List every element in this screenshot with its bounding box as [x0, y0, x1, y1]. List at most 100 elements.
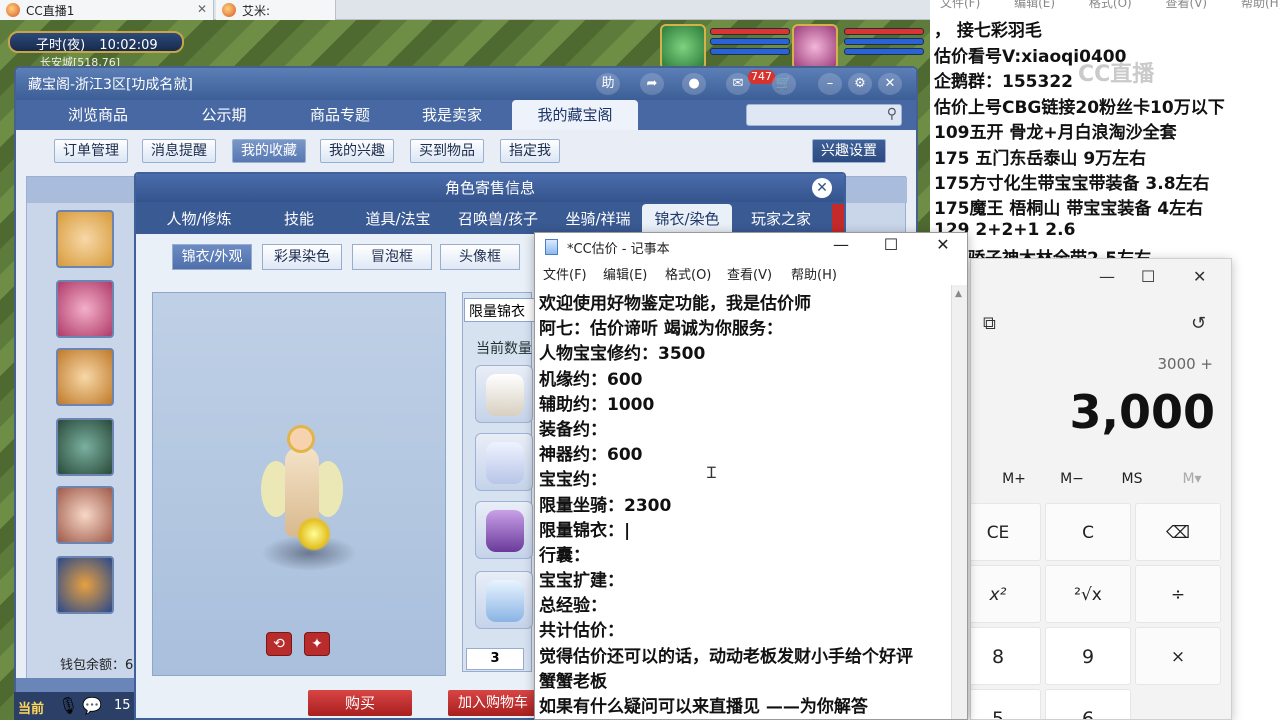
text-line: 辅助约：1000 [539, 394, 655, 415]
digit-8-button[interactable]: 8 [971, 627, 1041, 685]
text-line: 共计估价： [539, 621, 624, 642]
tab-home[interactable]: 玩家之家 [736, 204, 826, 234]
menu-edit[interactable]: 编辑(E) [603, 264, 647, 283]
tab-pets[interactable]: 召唤兽/孩子 [446, 204, 550, 234]
tab-items[interactable]: 道具/法宝 [350, 204, 446, 234]
search-icon[interactable]: ⚲ [887, 106, 897, 122]
notepad-icon [545, 239, 558, 255]
scroll-up-icon[interactable]: ▲ [955, 289, 962, 299]
browser-tab-ami[interactable]: 艾米: [216, 0, 336, 20]
digit-6-button[interactable]: 6 [1045, 689, 1131, 719]
character-avatar[interactable] [56, 280, 114, 338]
divide-button[interactable]: ÷ [1135, 565, 1221, 623]
menu-format[interactable]: 格式(O) [665, 264, 711, 283]
menu-file[interactable]: 文件(F) [940, 0, 980, 10]
memory-add-button[interactable]: M+ [989, 471, 1039, 487]
close-icon[interactable]: ✕ [812, 178, 832, 198]
order-management-button[interactable]: 订单管理 [54, 139, 128, 163]
player-portrait[interactable] [792, 24, 838, 70]
message-reminder-button[interactable]: 消息提醒 [142, 139, 216, 163]
pose-icon[interactable]: ✦ [304, 632, 330, 656]
menu-edit[interactable]: 编辑(E) [1014, 0, 1055, 10]
tab-mounts[interactable]: 坐骑/祥瑞 [550, 204, 646, 234]
close-icon[interactable]: ✕ [1193, 267, 1206, 286]
current-channel-label[interactable]: 当前 [18, 698, 44, 717]
tab-seller[interactable]: 我是卖家 [396, 100, 508, 130]
gear-icon[interactable]: ⚙ [848, 73, 872, 95]
menu-view[interactable]: 查看(V) [727, 264, 772, 283]
tab-topics[interactable]: 商品专题 [284, 100, 396, 130]
fruit-dye-button[interactable]: 彩果染色 [262, 244, 342, 270]
square-button[interactable]: x² [971, 565, 1041, 623]
menu-file[interactable]: 文件(F) [543, 264, 587, 283]
digit-9-button[interactable]: 9 [1045, 627, 1131, 685]
avatar-frame-button[interactable]: 头像框 [440, 244, 520, 270]
outfit-slot[interactable] [475, 571, 533, 629]
pet-portrait[interactable] [660, 24, 706, 70]
clear-button[interactable]: C [1045, 503, 1131, 561]
digit-5-button[interactable]: 5 [971, 689, 1041, 719]
keep-on-top-icon[interactable]: ⧉ [983, 313, 996, 334]
minimize-icon[interactable]: — [821, 235, 861, 254]
tab-outfits[interactable]: 锦衣/染色 [642, 204, 732, 234]
memory-store-button[interactable]: MS [1107, 471, 1157, 487]
microphone-icon[interactable]: 🎙 [58, 696, 78, 715]
outfit-appearance-button[interactable]: 锦衣/外观 [172, 244, 252, 270]
chat-icon[interactable]: ✉ [726, 73, 750, 95]
bubble-frame-button[interactable]: 冒泡框 [352, 244, 432, 270]
help-button[interactable]: 助 [596, 73, 620, 95]
memory-subtract-button[interactable]: M− [1047, 471, 1097, 487]
maximize-icon[interactable]: ☐ [871, 235, 911, 254]
outfit-slot[interactable] [475, 433, 533, 491]
outfit-slot[interactable] [475, 365, 533, 423]
character-avatar[interactable] [56, 348, 114, 406]
tab-character[interactable]: 人物/修炼 [154, 204, 244, 234]
menu-format[interactable]: 格式(O) [1089, 0, 1132, 10]
menu-help[interactable]: 帮助(H) [1241, 0, 1280, 10]
backspace-button[interactable]: ⌫ [1135, 503, 1221, 561]
interest-settings-button[interactable]: 兴趣设置 [812, 139, 886, 163]
history-icon[interactable]: ↺ [1191, 313, 1206, 334]
add-to-cart-button[interactable]: 加入购物车 [448, 690, 548, 716]
tab-public[interactable]: 公示期 [168, 100, 280, 130]
browser-tab-cc[interactable]: CC直播1 ✕ [0, 0, 214, 20]
close-icon[interactable]: ✕ [923, 235, 963, 254]
menu-help[interactable]: 帮助(H) [791, 264, 837, 283]
notepad-text-area[interactable]: 欢迎使用好物鉴定功能，我是估价师 阿七：估价谛听 竭诚为你服务： 人物宝宝修约：… [539, 289, 951, 717]
close-icon[interactable]: ✕ [197, 2, 207, 16]
character-avatar[interactable] [56, 210, 114, 268]
vertical-scrollbar[interactable]: ▲ [951, 285, 967, 719]
share-icon[interactable]: ➦ [640, 73, 664, 95]
character-avatar[interactable] [56, 556, 114, 614]
menu-view[interactable]: 查看(V) [1166, 0, 1208, 10]
character-avatar[interactable] [56, 418, 114, 476]
notepad-menu-bar: 文件(F) 编辑(E) 格式(O) 查看(V) 帮助(H) [535, 261, 967, 285]
rotate-icon[interactable]: ⟲ [266, 632, 292, 656]
clear-entry-button[interactable]: CE [971, 503, 1041, 561]
search-input[interactable]: ⚲ [746, 104, 902, 126]
limit-outfit-select[interactable]: 限量锦衣 [464, 298, 542, 322]
minimize-icon[interactable]: — [1099, 267, 1115, 286]
pet-status-bars [710, 28, 790, 58]
buy-button[interactable]: 购买 [308, 690, 412, 716]
chat-bubble-icon[interactable]: 💬 [82, 696, 102, 715]
root-button[interactable]: ²√x [1045, 565, 1131, 623]
multiply-button[interactable]: × [1135, 627, 1221, 685]
cart-icon[interactable]: 🛒 [772, 73, 796, 95]
tab-extra[interactable]: 买 [832, 204, 844, 234]
outfit-slot[interactable] [475, 501, 533, 559]
page-number[interactable]: 3 [466, 648, 524, 670]
tab-skills[interactable]: 技能 [254, 204, 344, 234]
assigned-to-me-button[interactable]: 指定我 [500, 139, 560, 163]
my-interests-button[interactable]: 我的兴趣 [320, 139, 394, 163]
record-icon[interactable]: ● [682, 73, 706, 95]
memory-list-button[interactable]: M▾ [1167, 471, 1217, 487]
minimize-icon[interactable]: – [818, 73, 842, 95]
tab-browse[interactable]: 浏览商品 [42, 100, 154, 130]
my-favorites-button[interactable]: 我的收藏 [232, 139, 306, 163]
maximize-icon[interactable]: ☐ [1141, 267, 1155, 286]
character-avatar[interactable] [56, 486, 114, 544]
purchased-items-button[interactable]: 买到物品 [410, 139, 484, 163]
tab-my-pavilion[interactable]: 我的藏宝阁 [512, 100, 638, 130]
close-icon[interactable]: ✕ [878, 73, 902, 95]
